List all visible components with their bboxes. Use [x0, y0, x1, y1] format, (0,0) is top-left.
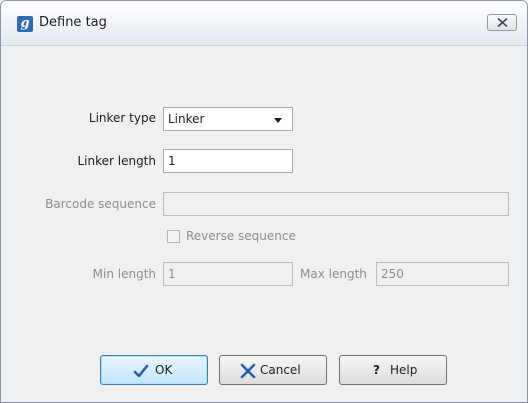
title-bar: g Define tag [1, 1, 527, 46]
cancel-button[interactable]: Cancel [219, 355, 327, 385]
app-logo-icon: g [17, 16, 33, 32]
linker-length-label: Linker length [77, 154, 156, 168]
barcode-sequence-input[interactable] [163, 192, 509, 216]
help-button[interactable]: ? Help [339, 355, 447, 385]
cancel-button-label: Cancel [260, 363, 301, 377]
reverse-sequence-label: Reverse sequence [186, 229, 296, 243]
linker-length-input[interactable]: 1 [163, 149, 293, 173]
barcode-sequence-label: Barcode sequence [45, 197, 156, 211]
ok-button-label: OK [155, 363, 173, 377]
linker-type-label: Linker type [88, 111, 156, 125]
chevron-down-icon [274, 118, 282, 123]
help-button-label: Help [390, 363, 418, 377]
cancel-x-icon [240, 363, 256, 379]
ok-button[interactable]: OK [100, 355, 208, 385]
checkmark-icon [133, 364, 149, 378]
max-length-input[interactable]: 250 [376, 262, 509, 286]
define-tag-dialog: g Define tag Linker type Linker Linker l… [0, 0, 528, 403]
window-title: Define tag [39, 15, 107, 30]
close-icon [497, 18, 508, 27]
max-length-label: Max length [300, 267, 367, 281]
linker-type-value: Linker [168, 112, 205, 126]
linker-type-select[interactable]: Linker [163, 107, 293, 131]
help-question-icon: ? [373, 363, 380, 377]
min-length-label: Min length [92, 267, 156, 281]
close-button[interactable] [487, 14, 517, 31]
reverse-sequence-checkbox[interactable] [167, 230, 180, 243]
min-length-input[interactable]: 1 [163, 262, 293, 286]
